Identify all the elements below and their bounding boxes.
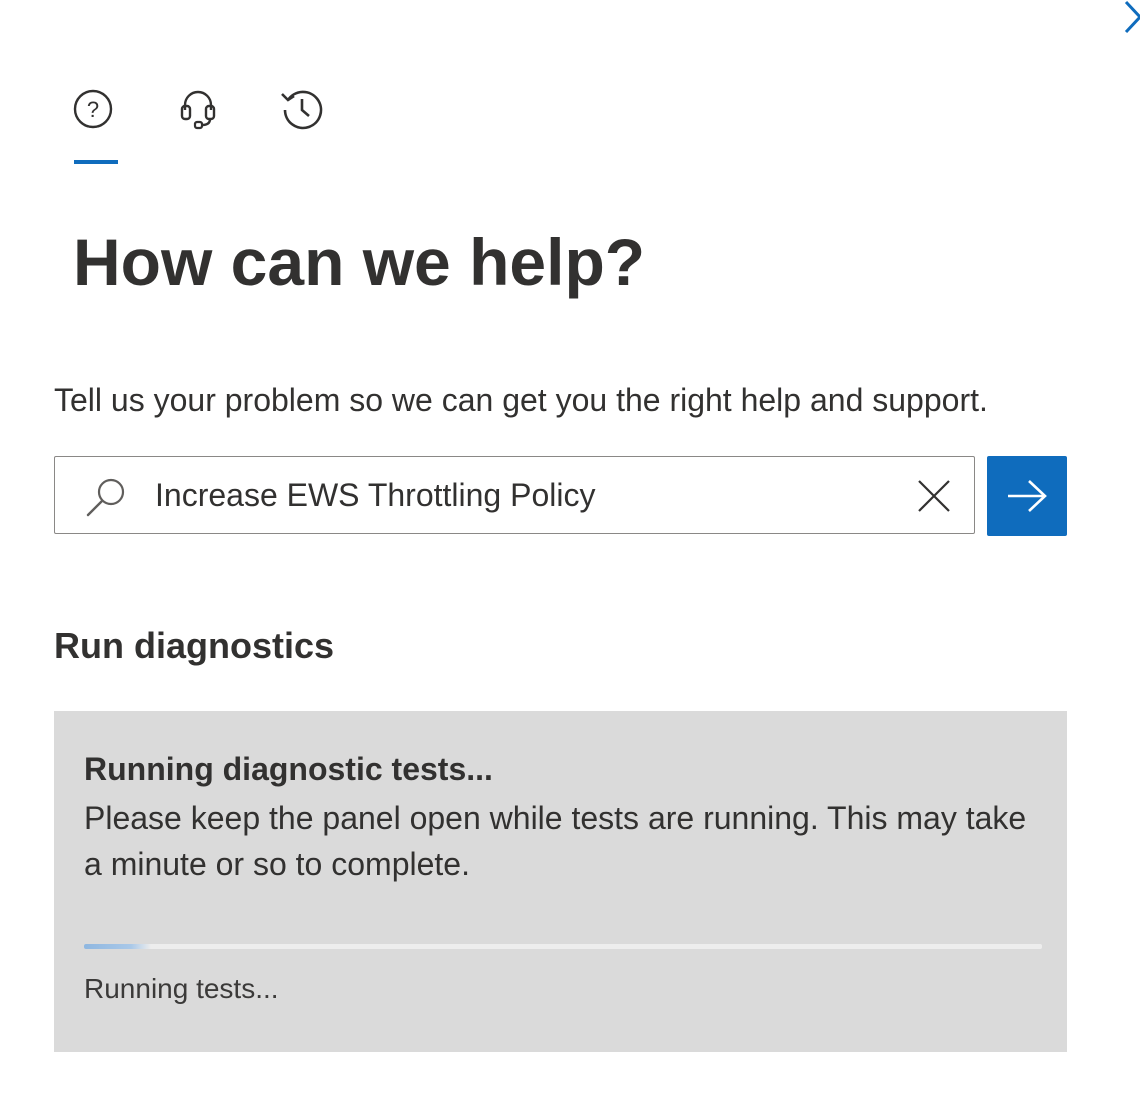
close-panel-button[interactable] <box>1118 0 1140 40</box>
page-subtitle: Tell us your problem so we can get you t… <box>54 382 988 418</box>
search-input[interactable] <box>155 457 895 533</box>
progress-label: Running tests... <box>84 973 279 1004</box>
page-title: How can we help? <box>73 225 646 299</box>
active-tab-indicator <box>74 160 118 164</box>
chevron-right-icon <box>1124 0 1140 34</box>
tab-contact-support[interactable] <box>175 86 221 132</box>
headset-icon <box>180 90 216 130</box>
tab-help[interactable]: ? <box>70 86 116 132</box>
submit-search-button[interactable] <box>987 456 1067 536</box>
search-icon <box>86 478 125 517</box>
diagnostics-card: Running diagnostic tests... Please keep … <box>54 711 1067 1052</box>
progress-bar <box>84 944 1042 949</box>
search-box <box>54 456 975 534</box>
section-title-run-diagnostics: Run diagnostics <box>54 625 335 666</box>
arrow-right-icon <box>1008 480 1047 512</box>
diagnostics-message: Please keep the panel open while tests a… <box>84 800 1027 882</box>
svg-text:?: ? <box>87 97 99 122</box>
tab-history[interactable] <box>279 86 325 132</box>
close-icon[interactable] <box>915 477 953 515</box>
question-circle-icon: ? <box>73 89 113 129</box>
history-icon <box>281 90 323 130</box>
diagnostics-heading: Running diagnostic tests... <box>84 751 493 787</box>
progress-bar-fill <box>84 944 152 949</box>
